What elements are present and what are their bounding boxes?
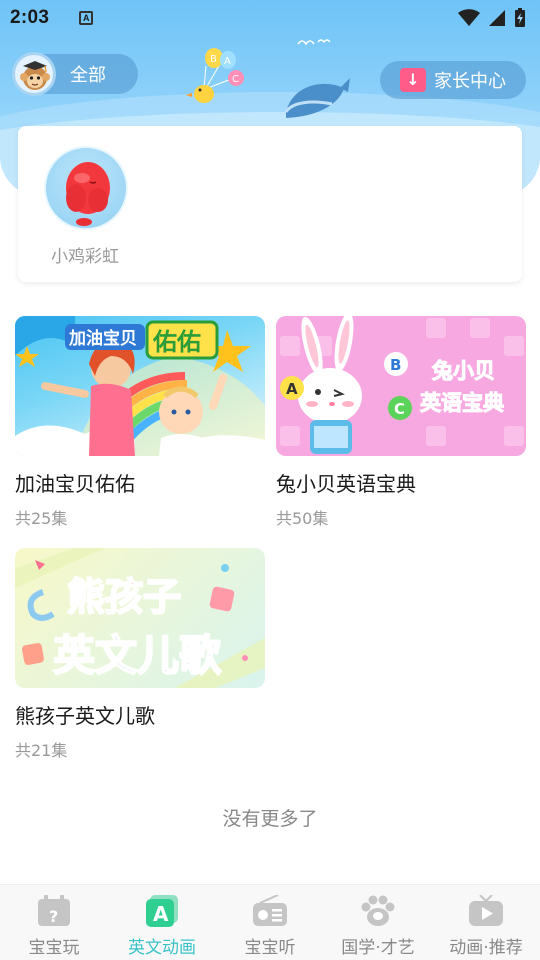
thumbnail-title-text: 加油宝贝 (68, 328, 137, 349)
show-thumbnail: 熊孩子 英文儿歌 (15, 548, 265, 688)
battery-charging-icon (515, 8, 525, 27)
whale-decoration (284, 78, 350, 118)
svg-text:A: A (286, 380, 298, 398)
thumbnail-title-text: 熊孩子 (67, 575, 181, 619)
show-title: 熊孩子英文儿歌 (15, 704, 155, 728)
balloons-duck-decoration: B A C (186, 48, 244, 103)
show-card[interactable]: 加油宝贝 佑佑 加油宝贝佑佑 共25集 (15, 316, 265, 529)
letter-a-icon: A (146, 895, 178, 927)
episode-count: 共50集 (276, 509, 329, 528)
parent-center-label: 家长中心 (434, 71, 506, 92)
filter-all-label: 全部 (70, 65, 106, 86)
episode-count: 共25集 (15, 509, 68, 528)
svg-text:B: B (210, 54, 217, 65)
status-time: 2:03 (10, 7, 50, 28)
show-thumbnail: 加油宝贝 佑佑 (15, 316, 265, 456)
notification-a-icon: A (79, 11, 94, 25)
svg-text:C: C (394, 400, 405, 418)
filter-all-button[interactable]: 全部 (12, 52, 138, 96)
paw-icon (361, 895, 395, 926)
nav-item-baby-listen[interactable]: 宝宝听 (216, 885, 324, 960)
monkey-avatar-icon (12, 52, 56, 96)
svg-text:A: A (224, 56, 231, 67)
bottom-navigation: ? 宝宝玩 A 英文动画 宝宝听 国学·才艺 动画·推荐 (0, 884, 540, 960)
episode-count: 共21集 (15, 741, 68, 760)
show-card[interactable]: A B C 兔小贝 英语宝典 兔小贝英语宝典 共50集 (276, 316, 526, 529)
nav-item-english-cartoon[interactable]: A 英文动画 (108, 885, 216, 960)
thumbnail-title-text: 兔小贝 (432, 359, 495, 383)
svg-text:A: A (153, 902, 169, 926)
svg-text:B: B (390, 356, 401, 374)
nav-item-culture-arts[interactable]: 国学·才艺 (324, 885, 432, 960)
show-title: 兔小贝英语宝典 (276, 472, 416, 496)
thumbnail-title-text: 佑佑 (152, 328, 201, 356)
download-icon: ↓ (400, 68, 426, 92)
end-of-list-text: 没有更多了 (222, 808, 318, 830)
calendar-question-icon: ? (38, 895, 70, 926)
character-label: 小鸡彩虹 (51, 247, 119, 267)
nav-label: 动画·推荐 (449, 938, 523, 958)
show-title: 加油宝贝佑佑 (15, 472, 135, 496)
nav-item-baby-play[interactable]: ? 宝宝玩 (0, 885, 108, 960)
parent-center-button[interactable]: ↓ 家长中心 (380, 61, 526, 99)
nav-label: 宝宝听 (244, 938, 296, 958)
seagull-decoration (297, 39, 331, 46)
nav-label: 国学·才艺 (341, 938, 415, 958)
show-card[interactable]: 熊孩子 英文儿歌 熊孩子英文儿歌 共21集 (15, 548, 265, 761)
status-bar: 2:03 A (0, 0, 540, 36)
character-filter-card: 小鸡彩虹 (18, 126, 522, 282)
nav-label: 宝宝玩 (28, 938, 80, 958)
nav-item-cartoon-recommend[interactable]: 动画·推荐 (432, 885, 540, 960)
nav-label: 英文动画 (128, 938, 196, 958)
show-thumbnail: A B C 兔小贝 英语宝典 (276, 316, 526, 456)
thumbnail-title-text: 英文儿歌 (53, 631, 222, 680)
tv-play-icon (469, 895, 503, 926)
svg-text:C: C (232, 74, 239, 85)
character-item[interactable]: 小鸡彩虹 (44, 146, 130, 267)
rainbow-chick-avatar-icon (44, 146, 128, 230)
wifi-icon (458, 9, 480, 26)
thumbnail-title-text: 英语宝典 (420, 391, 504, 415)
cellular-signal-icon (489, 10, 505, 26)
radio-icon (253, 895, 287, 926)
svg-text:?: ? (49, 907, 58, 926)
